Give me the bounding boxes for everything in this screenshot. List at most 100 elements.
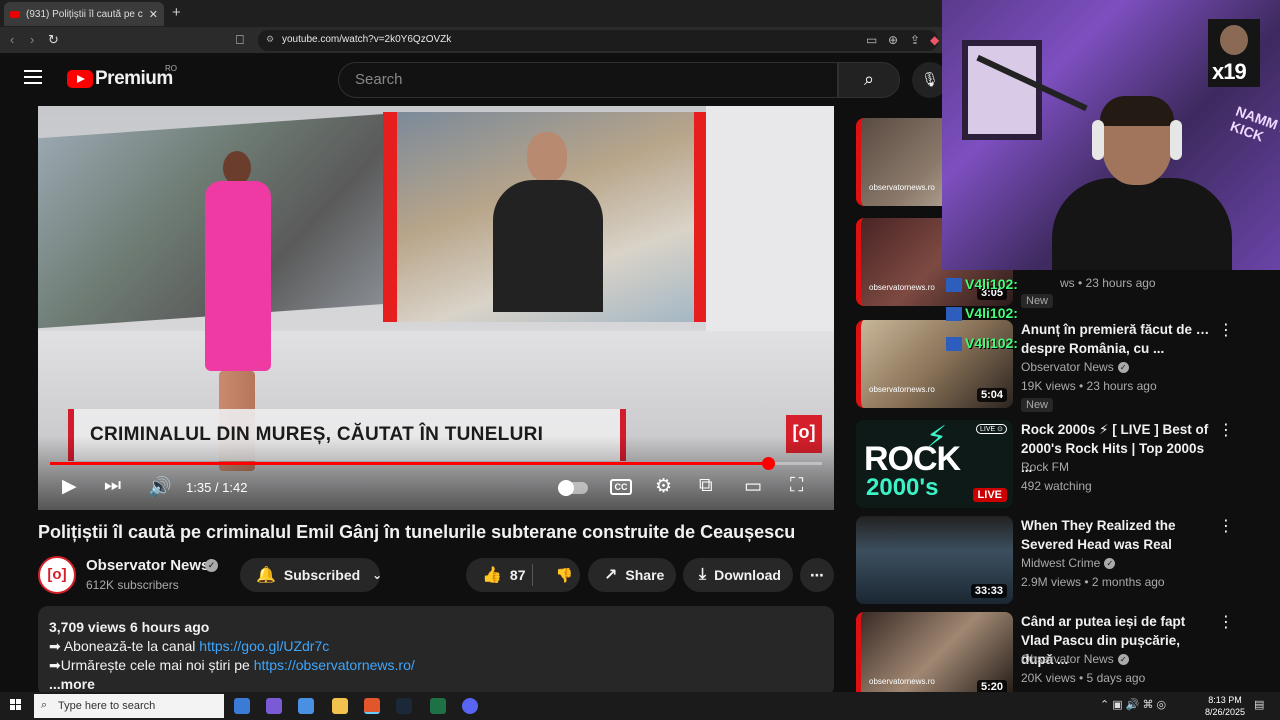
channel-name[interactable]: Observator News ✓ bbox=[1021, 652, 1129, 666]
recommendation-item[interactable]: ROCK 2000's ⚡ LIVE ⊙ LIVE Rock 2000s ⚡ [… bbox=[856, 420, 1256, 508]
headset-icon bbox=[1170, 120, 1182, 160]
more-vertical-icon[interactable]: ⋮ bbox=[1218, 420, 1234, 440]
video-player[interactable]: CRIMINALUL DIN MUREȘ, CĂUTAT ÎN TUNELURI… bbox=[38, 106, 834, 510]
recommendation-item[interactable]: observatornews.ro 5:04 Anunț în premieră… bbox=[856, 320, 1256, 412]
video-title[interactable]: When They Realized the Severed Head was … bbox=[1021, 516, 1211, 554]
forward-icon[interactable]: › bbox=[30, 32, 34, 47]
download-button[interactable]: ⤓ Download bbox=[683, 558, 793, 592]
theater-mode-icon[interactable]: ▭ bbox=[744, 475, 762, 498]
cast-icon[interactable]: ▭ bbox=[866, 33, 877, 47]
dislike-icon[interactable]: 👎 bbox=[556, 567, 573, 584]
like-count[interactable]: 87 bbox=[510, 567, 526, 583]
subscribed-button[interactable]: 🔔 Subscribed ⌄ bbox=[240, 558, 383, 592]
channel-name[interactable]: Rock FM bbox=[1021, 460, 1069, 474]
thumbnail-watermark: observatornews.ro bbox=[869, 385, 935, 394]
subscribe-link[interactable]: https://goo.gl/UZdr7c bbox=[199, 638, 329, 654]
share-icon: ↗ bbox=[604, 567, 618, 584]
verified-check-icon: ✓ bbox=[1117, 362, 1129, 374]
settings-gear-icon[interactable]: ⚙ bbox=[655, 475, 672, 498]
site-info-icon[interactable]: ⚙ bbox=[266, 34, 274, 45]
website-link[interactable]: https://observatornews.ro/ bbox=[254, 657, 415, 673]
webcam-streamer-hair bbox=[1100, 96, 1174, 126]
autoplay-toggle[interactable] bbox=[558, 480, 588, 496]
channel-name[interactable]: Midwest Crime ✓ bbox=[1021, 556, 1116, 570]
video-thumbnail[interactable]: observatornews.ro 5:20 bbox=[856, 612, 1013, 700]
recommendation-item[interactable]: 33:33 When They Realized the Severed Hea… bbox=[856, 516, 1256, 604]
share-page-icon[interactable]: ⇪ bbox=[910, 33, 920, 47]
video-thumbnail[interactable]: ROCK 2000's ⚡ LIVE ⊙ LIVE bbox=[856, 420, 1013, 508]
video-thumbnail[interactable]: observatornews.ro 5:04 bbox=[856, 320, 1013, 408]
video-thumbnail[interactable]: 33:33 bbox=[856, 516, 1013, 604]
channel-avatar[interactable]: [o] bbox=[38, 556, 76, 594]
x19-logo: x19 bbox=[1208, 19, 1260, 87]
verified-check-icon: ✓ bbox=[205, 559, 218, 572]
description-line-1: ➡ Abonează-te la canal https://goo.gl/UZ… bbox=[49, 637, 823, 656]
description-text: ➡ Abonează-te la canal bbox=[49, 638, 200, 654]
more-actions-button[interactable]: ⋯ bbox=[800, 558, 834, 592]
back-icon[interactable]: ‹ bbox=[10, 32, 14, 47]
video-meta: 20K views • 5 days ago bbox=[1021, 671, 1146, 685]
zoom-icon[interactable]: ⊕ bbox=[888, 33, 898, 47]
menu-icon[interactable] bbox=[24, 70, 42, 84]
taskbar-clock[interactable]: 8:13 PM 8/26/2025 bbox=[1200, 694, 1250, 718]
excel-icon[interactable] bbox=[430, 698, 446, 714]
like-divider bbox=[532, 564, 533, 586]
clock-time: 8:13 PM bbox=[1208, 695, 1242, 705]
new-tab-button[interactable]: + bbox=[172, 4, 181, 21]
like-dislike-group: 👍 87 👎 bbox=[466, 558, 580, 592]
bookmark-icon[interactable]: ⎕ bbox=[236, 32, 244, 48]
captions-button[interactable]: CC bbox=[610, 479, 632, 495]
close-tab-icon[interactable]: ✕ bbox=[149, 8, 158, 21]
task-view-icon[interactable] bbox=[234, 698, 250, 714]
channel-name[interactable]: Observator News bbox=[86, 557, 209, 574]
notifications-icon[interactable]: ▤ bbox=[1254, 698, 1264, 711]
video-frame-studio-wall bbox=[706, 106, 834, 338]
fullscreen-icon[interactable]: ⛶ bbox=[790, 475, 803, 497]
chevron-down-icon: ⌄ bbox=[372, 568, 383, 582]
share-button[interactable]: ↗ Share bbox=[588, 558, 676, 592]
views-and-date: 3,709 views 6 hours ago bbox=[49, 619, 210, 635]
chat-emote-icon bbox=[946, 278, 962, 293]
chat-username: V4li102: bbox=[965, 335, 1018, 351]
youtube-premium-logo[interactable]: Premium RO bbox=[67, 64, 177, 90]
next-icon[interactable]: ⏭ bbox=[104, 475, 121, 497]
chrome-icon[interactable] bbox=[298, 698, 314, 714]
search-input[interactable]: Search bbox=[338, 62, 838, 98]
video-duration: 33:33 bbox=[970, 584, 1007, 598]
subscriber-count: 612K subscribers bbox=[86, 578, 179, 592]
more-vertical-icon[interactable]: ⋮ bbox=[1218, 612, 1234, 632]
play-icon[interactable]: ▶ bbox=[62, 475, 77, 498]
more-vertical-icon[interactable]: ⋮ bbox=[1218, 516, 1234, 536]
url-field[interactable]: ⚙ youtube.com/watch?v=2k0Y6QzOVZk bbox=[258, 30, 938, 51]
discord-icon[interactable] bbox=[462, 698, 478, 714]
search-icon: ⌕ bbox=[41, 699, 48, 711]
system-tray-icons[interactable]: ⌃ ▣ 🔊 ⌘ ◎ bbox=[1100, 698, 1166, 711]
channel-name[interactable]: Observator News ✓ bbox=[1021, 360, 1129, 374]
new-badge: New bbox=[1021, 294, 1054, 308]
more-vertical-icon[interactable]: ⋮ bbox=[1218, 320, 1234, 340]
video-frame-reporter bbox=[493, 132, 603, 312]
progress-bar[interactable] bbox=[50, 457, 822, 470]
copilot-icon[interactable] bbox=[266, 698, 282, 714]
video-title[interactable]: Anunț în premieră făcut de … despre Româ… bbox=[1021, 320, 1211, 358]
search-button[interactable]: ⌕ bbox=[838, 62, 900, 98]
steam-icon[interactable] bbox=[396, 698, 412, 714]
recommendation-item[interactable]: observatornews.ro 5:20 Când ar putea ieș… bbox=[856, 612, 1256, 700]
taskbar-search-input[interactable]: ⌕ Type here to search bbox=[34, 694, 224, 718]
browser-tab[interactable]: (931) Polițiștii îl caută pe crimina ✕ bbox=[4, 2, 164, 26]
reload-icon[interactable]: ↻ bbox=[48, 32, 59, 48]
scrubber-handle[interactable] bbox=[761, 457, 775, 470]
webcam-streamer-body bbox=[1052, 178, 1232, 270]
file-explorer-icon[interactable] bbox=[332, 698, 348, 714]
verified-check-icon: ✓ bbox=[1117, 654, 1129, 666]
volume-icon[interactable]: 🔊 bbox=[148, 475, 172, 499]
miniplayer-icon[interactable]: ⧉ bbox=[699, 475, 713, 497]
description-box[interactable]: 3,709 views 6 hours ago ➡ Abonează-te la… bbox=[38, 606, 834, 696]
brave-browser-icon[interactable] bbox=[364, 698, 380, 714]
like-icon[interactable]: 👍 bbox=[482, 565, 502, 585]
video-meta: ws • 23 hours ago bbox=[1060, 276, 1156, 290]
windows-start-icon[interactable] bbox=[10, 699, 22, 711]
logo-text: Premium bbox=[95, 68, 173, 89]
brave-shield-icon[interactable]: ◆ bbox=[930, 33, 939, 47]
microphone-icon: 🎙 bbox=[921, 71, 939, 87]
